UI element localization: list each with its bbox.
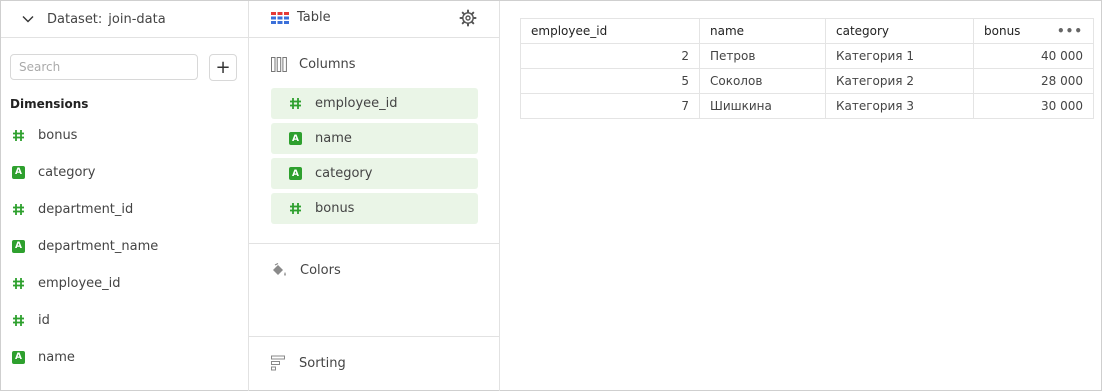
dimension-name: department_name (38, 238, 159, 254)
column-header[interactable]: employee_id (520, 18, 700, 44)
section-divider (249, 243, 499, 244)
string-type-icon: A (289, 167, 302, 180)
chevron-down-icon (22, 16, 34, 23)
dimension-name: department_id (38, 201, 134, 217)
dimension-name: id (38, 312, 50, 328)
dimension-name: name (38, 349, 75, 365)
visualization-label: Table (297, 10, 331, 25)
columns-icon (271, 57, 287, 72)
dimension-item[interactable]: Aname (1, 342, 248, 372)
chip-name: category (315, 166, 373, 181)
hash-icon (290, 203, 301, 214)
dataset-label: Dataset: (47, 11, 103, 27)
dataset-selector[interactable]: Dataset: join-data (1, 1, 249, 38)
table-cell: Соколов (699, 68, 826, 94)
sorting-section-title: Sorting (271, 355, 346, 371)
preview-panel: employee_id name category bonus ••• 2 Петр… (500, 1, 1102, 391)
hash-icon (13, 277, 24, 289)
dimension-item[interactable]: department_id (1, 194, 248, 224)
wizard-panel: Table Columns employee_id A name A categ… (249, 1, 500, 391)
dimension-item[interactable]: bonus (1, 120, 248, 150)
column-chip[interactable]: Acategory (271, 158, 478, 189)
sorting-icon (271, 355, 285, 371)
hash-icon (13, 203, 24, 215)
dimension-name: bonus (38, 127, 78, 143)
table-cell: 28 000 (973, 68, 1094, 94)
hash-icon (290, 98, 301, 109)
app-frame: Dataset: join-data + Dimensions bonus Aca… (0, 0, 1102, 391)
table-cell: 7 (520, 93, 700, 119)
table-cell: Шишкина (699, 93, 826, 119)
column-header[interactable]: bonus ••• (973, 18, 1094, 44)
table-icon (271, 12, 289, 24)
dimension-item[interactable]: Adepartment_name (1, 231, 248, 261)
chip-name: name (315, 131, 352, 146)
dimension-item[interactable]: id (1, 305, 248, 335)
table-header-row: employee_id name category bonus ••• (520, 18, 1094, 44)
gear-icon[interactable] (459, 9, 477, 27)
section-divider (249, 336, 499, 337)
table-cell: Категория 3 (825, 93, 974, 119)
sorting-label: Sorting (299, 355, 346, 371)
hash-icon (13, 314, 24, 326)
visualization-selector[interactable]: Table (249, 1, 499, 38)
table-cell: Категория 1 (825, 43, 974, 69)
paint-bucket-icon (273, 263, 286, 276)
columns-label: Columns (299, 57, 356, 72)
colors-section-title: Colors (271, 263, 341, 278)
table-row: 5 Соколов Категория 2 28 000 (520, 68, 1094, 94)
dimension-name: category (38, 164, 96, 180)
dimension-name: employee_id (38, 275, 121, 291)
data-table: employee_id name category bonus ••• 2 Петр… (520, 18, 1094, 119)
dataset-name: join-data (108, 11, 166, 27)
string-type-icon: A (12, 239, 25, 253)
column-chip[interactable]: bonus (271, 193, 478, 224)
dimension-item[interactable]: employee_id (1, 268, 248, 298)
table-cell: 2 (520, 43, 700, 69)
table-row: 2 Петров Категория 1 40 000 (520, 43, 1094, 69)
table-cell: Категория 2 (825, 68, 974, 94)
table-cell: 30 000 (973, 93, 1094, 119)
columns-section-title: Columns (271, 57, 356, 72)
string-type-icon: A (12, 165, 25, 179)
chip-name: bonus (315, 201, 355, 216)
search-input[interactable] (10, 54, 198, 80)
table-cell: 5 (520, 68, 700, 94)
dimensions-title: Dimensions (10, 97, 89, 111)
string-type-icon: A (289, 132, 302, 145)
colors-label: Colors (300, 263, 341, 278)
column-header[interactable]: category (825, 18, 974, 44)
hash-icon (13, 129, 24, 141)
column-chip[interactable]: Aname (271, 123, 478, 154)
column-chip[interactable]: employee_id (271, 88, 478, 119)
string-type-icon: A (12, 350, 25, 364)
dimension-item[interactable]: Acategory (1, 157, 248, 187)
table-cell: 40 000 (973, 43, 1094, 69)
add-field-button[interactable]: + (209, 54, 237, 81)
more-options-icon[interactable]: ••• (1057, 24, 1083, 38)
table-row: 7 Шишкина Категория 3 30 000 (520, 93, 1094, 119)
dataset-panel: Dataset: join-data + Dimensions bonus Aca… (1, 1, 249, 391)
column-header[interactable]: name (699, 18, 826, 44)
chip-name: employee_id (315, 96, 398, 111)
table-cell: Петров (699, 43, 826, 69)
